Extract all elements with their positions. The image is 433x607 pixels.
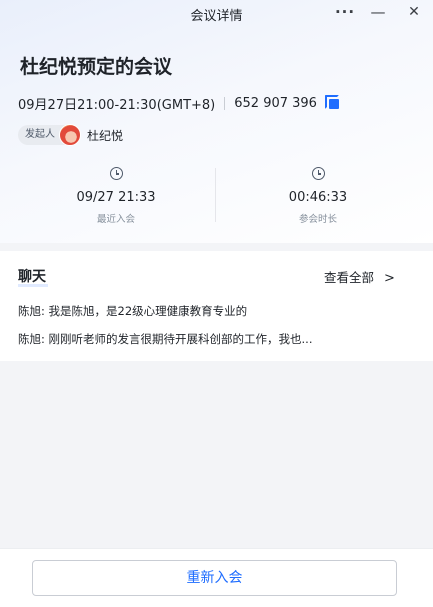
chevron-right-icon: > xyxy=(384,271,395,286)
clock-icon xyxy=(311,167,325,180)
divider xyxy=(224,96,226,110)
chat-message: 陈旭: 刚刚听老师的发言很期待开展科创部的工作，我也... xyxy=(18,332,313,346)
meeting-header: 会议详情 ··· — ✕ 杜纪悦预定的会议 09月27日21:00-21:30(… xyxy=(0,0,433,243)
meeting-title: 杜纪悦预定的会议 xyxy=(20,56,173,78)
stat-last-join: 09/27 21:33 最近入会 xyxy=(16,162,216,225)
more-options-icon[interactable]: ··· xyxy=(334,2,356,22)
meeting-details-window: 会议详情 ··· — ✕ 杜纪悦预定的会议 09月27日21:00-21:30(… xyxy=(0,0,433,607)
view-all-label: 查看全部 xyxy=(324,270,375,285)
meeting-stats: 09/27 21:33 最近入会 00:46:33 参会时长 xyxy=(0,162,433,228)
avatar xyxy=(59,124,81,146)
duration-value: 00:46:33 xyxy=(288,190,348,205)
last-join-label: 最近入会 xyxy=(96,214,135,225)
organizer-row: 发起人 杜纪悦 xyxy=(18,124,123,146)
chat-title: 聊天 xyxy=(18,269,46,285)
meeting-time: 09月27日21:00-21:30(GMT+8) xyxy=(18,97,216,113)
rejoin-button[interactable]: 重新入会 xyxy=(32,560,397,596)
divider xyxy=(215,168,216,222)
last-join-value: 09/27 21:33 xyxy=(76,190,156,205)
duration-label: 参会时长 xyxy=(298,214,337,225)
close-button[interactable]: ✕ xyxy=(403,2,425,22)
chat-message: 陈旭: 我是陈旭，是22级心理健康教育专业的 xyxy=(18,304,248,318)
copy-icon[interactable] xyxy=(324,95,341,111)
titlebar: 会议详情 ··· — ✕ xyxy=(0,0,433,26)
view-all-link[interactable]: 查看全部 > xyxy=(324,267,395,286)
organizer-name: 杜纪悦 xyxy=(87,128,124,143)
meeting-id: 652 907 396 xyxy=(234,95,317,111)
meeting-time-row: 09月27日21:00-21:30(GMT+8) 652 907 396 xyxy=(18,94,341,113)
chat-section: 聊天 查看全部 > 陈旭: 我是陈旭，是22级心理健康教育专业的 陈旭: 刚刚听老… xyxy=(0,251,433,361)
minimize-button[interactable]: — xyxy=(367,2,389,22)
history-icon xyxy=(109,167,123,180)
stat-duration: 00:46:33 参会时长 xyxy=(218,162,418,225)
footer: 重新入会 xyxy=(0,548,433,607)
